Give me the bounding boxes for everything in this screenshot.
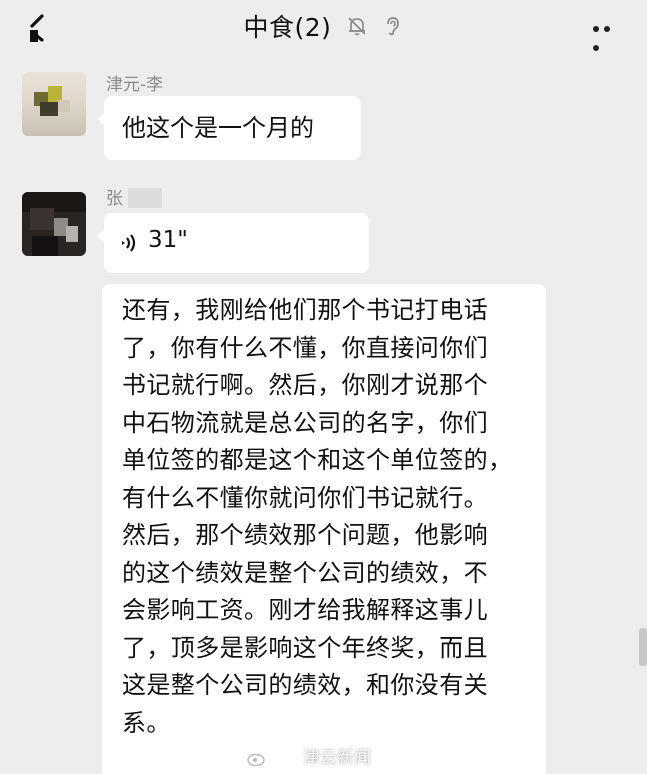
message-bubble[interactable]: 他这个是一个月的 — [97, 96, 361, 160]
avatar[interactable] — [22, 192, 86, 256]
watermark: 津云新闻 — [303, 748, 371, 768]
message-bubble[interactable]: 还有，我刚给他们那个书记打电话 了，你有什么不懂，你直接问你们 书记就行啊。然后… — [102, 284, 546, 774]
mute-bell-icon — [348, 17, 367, 36]
ear-icon — [386, 17, 399, 36]
sender-name: 津元-李 — [106, 75, 164, 95]
scrollbar[interactable] — [639, 628, 647, 666]
voice-duration: 31" — [148, 227, 188, 253]
chat-screen: 中食(2) 津元-李 他这个是一个月的 张 31" 还有，我刚给他们那个书记打电… — [0, 0, 647, 774]
weibo-icon — [247, 753, 265, 766]
chat-header: 中食(2) — [0, 0, 647, 54]
message-text: 还有，我刚给他们那个书记打电话 了，你有什么不懂，你直接问你们 书记就行啊。然后… — [122, 296, 513, 737]
blurred-name — [128, 188, 162, 208]
avatar[interactable] — [22, 72, 86, 136]
more-icon[interactable] — [593, 17, 623, 51]
chat-title[interactable]: 中食(2) — [243, 13, 331, 42]
voice-wave-icon — [122, 234, 136, 252]
voice-message-bubble[interactable]: 31" — [97, 213, 369, 273]
sender-name: 张 — [106, 189, 123, 209]
